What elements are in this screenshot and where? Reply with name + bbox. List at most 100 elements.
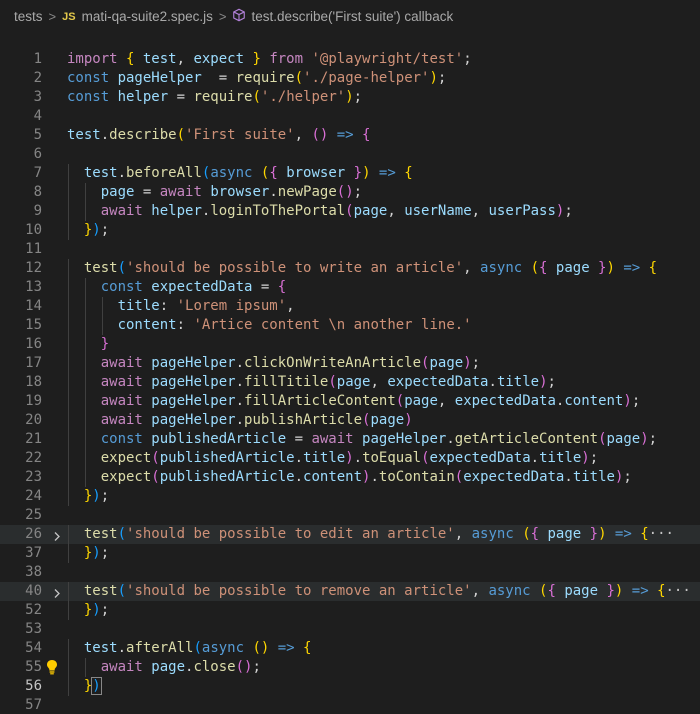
code-token: close: [193, 659, 236, 675]
code-token: title: [303, 450, 346, 466]
code-line[interactable]: 4: [0, 107, 700, 126]
breadcrumb-file[interactable]: mati-qa-suite2.spec.js: [82, 9, 213, 24]
code-token: test: [67, 127, 101, 143]
fold-gutter[interactable]: [42, 582, 67, 601]
code-token: ;: [100, 602, 110, 618]
code-line[interactable]: 9 await helper.loginToThePortal(page, us…: [0, 202, 700, 221]
code-line[interactable]: 38: [0, 563, 700, 582]
code-token: page: [336, 374, 371, 390]
fold-gutter: [42, 544, 67, 563]
line-number: 26: [25, 526, 42, 542]
line-number: 14: [25, 298, 42, 314]
code-line[interactable]: 26 test('should be possible to edit an a…: [0, 525, 700, 544]
line-number: 37: [25, 545, 42, 561]
code-token: 'First suite': [185, 127, 295, 143]
code-token: publishedArticle: [151, 431, 287, 447]
code-content: }): [67, 677, 700, 696]
code-token: ): [92, 488, 101, 504]
code-line[interactable]: 21 const publishedArticle = await pageHe…: [0, 430, 700, 449]
code-token: browser: [286, 165, 346, 181]
code-line[interactable]: 40 test('should be possible to remove an…: [0, 582, 700, 601]
code-line[interactable]: 10 });: [0, 221, 700, 240]
code-line[interactable]: 23 expect(publishedArticle.content).toCo…: [0, 468, 700, 487]
code-line[interactable]: 18 await pageHelper.fillTitile(page, exp…: [0, 373, 700, 392]
code-token: pageHelper: [117, 70, 202, 86]
code-line[interactable]: 19 await pageHelper.fillArticleContent(p…: [0, 392, 700, 411]
code-token: expectedData: [463, 469, 565, 485]
code-line[interactable]: 52 });: [0, 601, 700, 620]
javascript-file-icon: JS: [62, 10, 76, 23]
fold-gutter: [42, 240, 67, 259]
code-line[interactable]: 2 const pageHelper = require('./page-help…: [0, 69, 700, 88]
line-number: 17: [25, 355, 42, 371]
code-content: [67, 563, 700, 582]
code-token: fillArticleContent: [244, 393, 396, 409]
fold-gutter: [42, 639, 67, 658]
code-token: ;: [589, 450, 599, 466]
code-line[interactable]: 6: [0, 145, 700, 164]
code-line[interactable]: 14 title: 'Lorem ipsum',: [0, 297, 700, 316]
code-line[interactable]: 57: [0, 696, 700, 714]
code-token: test: [83, 526, 118, 542]
code-token: {: [126, 51, 143, 67]
code-line[interactable]: 1 import { test, expect } from '@playwrig…: [0, 50, 700, 69]
code-line[interactable]: 7 test.beforeAll(async ({ browser }) => …: [0, 164, 700, 183]
code-line[interactable]: 5 test.describe('First suite', () => {: [0, 126, 700, 145]
code-line[interactable]: 8 page = await browser.newPage();: [0, 183, 700, 202]
code-line[interactable]: 56 }): [0, 677, 700, 696]
code-line[interactable]: 54 test.afterAll(async () => {: [0, 639, 700, 658]
code-editor[interactable]: 1 import { test, expect } from '@playwrig…: [0, 33, 700, 714]
code-token: page: [370, 412, 405, 428]
code-token: ;: [437, 70, 447, 86]
code-token: ;: [353, 184, 363, 200]
code-line[interactable]: 20 await pageHelper.publishArticle(page): [0, 411, 700, 430]
code-token: (: [176, 127, 186, 143]
code-token: }: [589, 260, 607, 276]
code-line[interactable]: 22 expect(publishedArticle.title).toEqua…: [0, 449, 700, 468]
code-token: 'Lorem ipsum': [176, 298, 287, 314]
code-line[interactable]: 13 const expectedData = {: [0, 278, 700, 297]
fold-gutter: [42, 506, 67, 525]
code-token: ,: [437, 393, 455, 409]
code-token: {: [269, 165, 287, 181]
breadcrumb-folder[interactable]: tests: [14, 9, 43, 24]
code-token: .: [353, 450, 363, 466]
fold-gutter[interactable]: [42, 525, 67, 544]
folded-ellipsis[interactable]: ···: [649, 526, 674, 542]
code-line[interactable]: 17 await pageHelper.clickOnWriteAnArticl…: [0, 354, 700, 373]
code-token: .: [117, 640, 127, 656]
code-token: :: [159, 298, 177, 314]
fold-gutter: [42, 145, 67, 164]
code-token: userName: [404, 203, 472, 219]
code-line[interactable]: 55 await page.close();: [0, 658, 700, 677]
code-token: publishedArticle: [159, 450, 295, 466]
folded-ellipsis[interactable]: ···: [666, 583, 691, 599]
line-number: 23: [25, 469, 42, 485]
code-token: .: [235, 412, 245, 428]
code-token: ;: [252, 659, 261, 675]
code-line[interactable]: 12 test('should be possible to write an …: [0, 259, 700, 278]
breadcrumb-symbol[interactable]: test.describe('First suite') callback: [251, 9, 453, 24]
line-number: 55: [25, 659, 42, 675]
code-content: const pageHelper = require('./page-helpe…: [67, 69, 700, 88]
code-token: =>: [623, 583, 658, 599]
code-token: =>: [606, 526, 641, 542]
code-token: (: [151, 469, 160, 485]
line-number: 56: [25, 678, 42, 694]
code-token: =: [201, 70, 236, 86]
code-token: loginToThePortal: [210, 203, 346, 219]
code-content: [67, 696, 700, 714]
code-token: ): [598, 526, 607, 542]
code-line[interactable]: 25: [0, 506, 700, 525]
code-line[interactable]: 15 content: 'Artice content \n another l…: [0, 316, 700, 335]
code-line[interactable]: 16 }: [0, 335, 700, 354]
code-line[interactable]: 37 });: [0, 544, 700, 563]
code-line[interactable]: 3 const helper = require('./helper');: [0, 88, 700, 107]
chevron-right-icon: >: [218, 9, 227, 24]
code-line[interactable]: 24 });: [0, 487, 700, 506]
line-number: 20: [25, 412, 42, 428]
code-content: expect(publishedArticle.content).toConta…: [67, 468, 700, 487]
code-line[interactable]: 11: [0, 240, 700, 259]
code-line[interactable]: 53: [0, 620, 700, 639]
fold-gutter: [42, 126, 67, 145]
